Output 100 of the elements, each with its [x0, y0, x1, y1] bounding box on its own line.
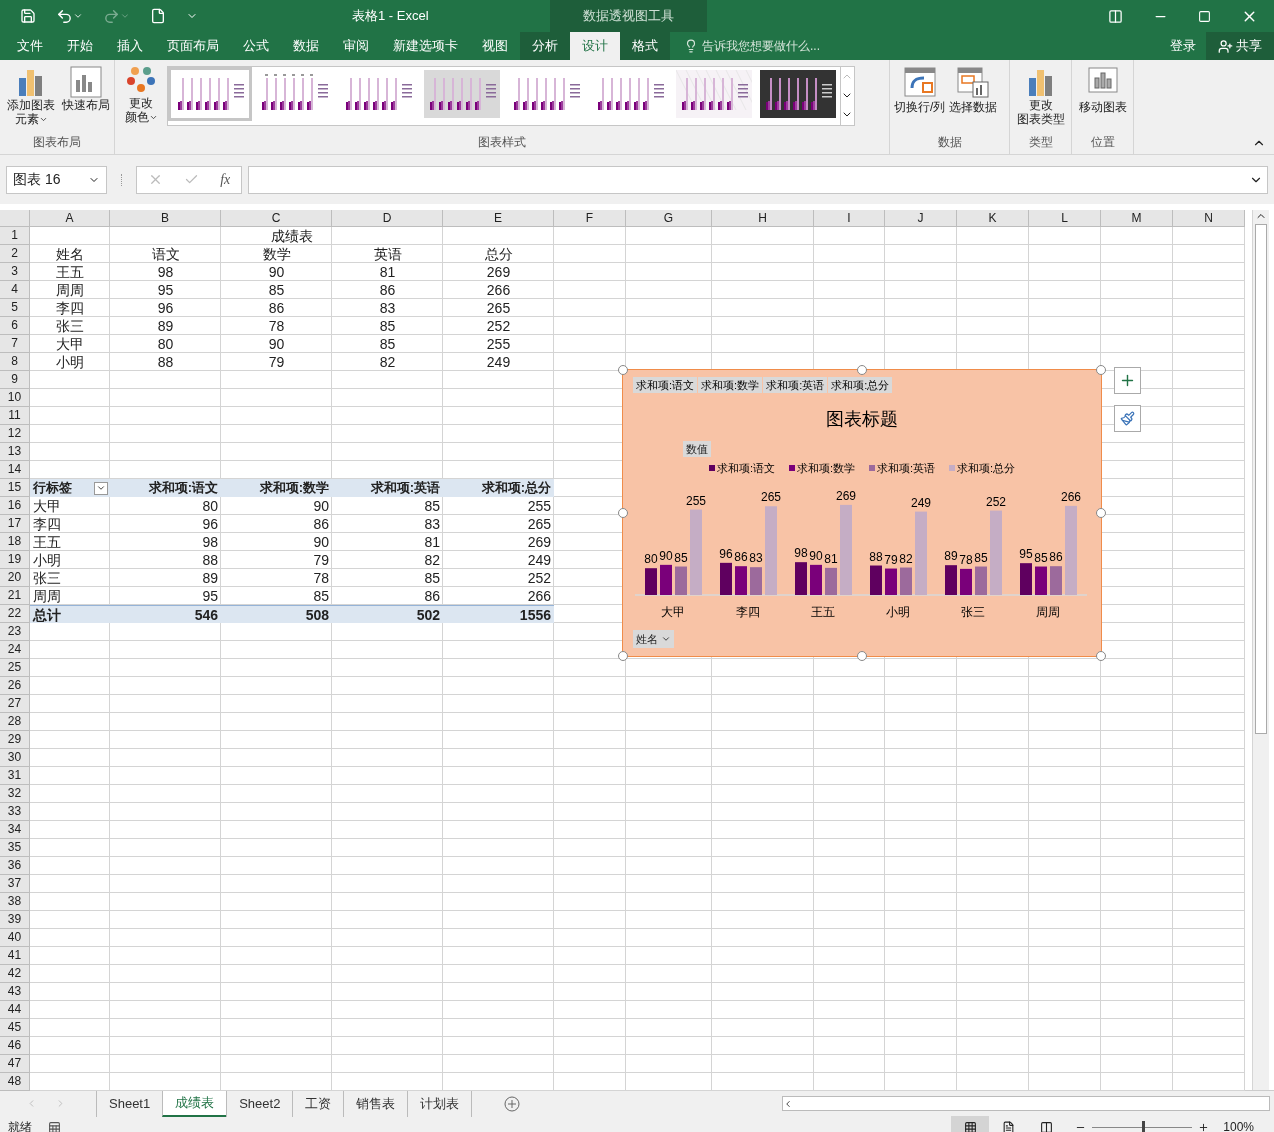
ribbon-tab[interactable]: 设计	[570, 32, 620, 60]
column-header[interactable]: A	[30, 210, 110, 227]
resize-handle[interactable]	[857, 365, 867, 375]
share-button[interactable]: 共享	[1206, 32, 1274, 60]
row-header[interactable]: 7	[0, 335, 30, 353]
scrollbar-thumb[interactable]	[1255, 224, 1267, 734]
ribbon-tab[interactable]: 页面布局	[155, 32, 231, 60]
resize-handle[interactable]	[618, 508, 628, 518]
row-header[interactable]: 27	[0, 695, 30, 713]
zoom-slider-thumb[interactable]	[1142, 1120, 1146, 1132]
row-header[interactable]: 28	[0, 713, 30, 731]
column-header[interactable]: J	[885, 210, 957, 227]
row-header[interactable]: 20	[0, 569, 30, 587]
undo-icon[interactable]	[56, 7, 73, 25]
resize-handle[interactable]	[857, 651, 867, 661]
column-header[interactable]: B	[110, 210, 221, 227]
resize-handle[interactable]	[1096, 508, 1106, 518]
ribbon-tab[interactable]: 公式	[231, 32, 281, 60]
row-header[interactable]: 40	[0, 929, 30, 947]
macro-record-icon[interactable]	[48, 1120, 61, 1132]
row-header[interactable]: 13	[0, 443, 30, 461]
tell-me-search[interactable]: 告诉我您想要做什么...	[702, 37, 820, 55]
row-header[interactable]: 37	[0, 875, 30, 893]
zoom-in-icon[interactable]	[1198, 1121, 1210, 1132]
field-button[interactable]: 求和项:总分	[828, 377, 893, 393]
view-button[interactable]	[951, 1116, 990, 1132]
column-header[interactable]: H	[712, 210, 814, 227]
column-header[interactable]: C	[221, 210, 332, 227]
chart-style-thumbnail[interactable]	[168, 67, 252, 121]
ribbon-tab[interactable]: 开始	[55, 32, 105, 60]
ribbon-tab[interactable]: 视图	[470, 32, 520, 60]
scroll-left-icon[interactable]	[783, 1098, 793, 1109]
row-header[interactable]: 31	[0, 767, 30, 785]
row-header[interactable]: 38	[0, 893, 30, 911]
add-chart-element-button[interactable]: 添加图表 元素	[5, 66, 57, 133]
row-header[interactable]: 11	[0, 407, 30, 425]
row-header[interactable]: 36	[0, 857, 30, 875]
row-header[interactable]: 48	[0, 1073, 30, 1091]
row-header[interactable]: 35	[0, 839, 30, 857]
ribbon-tab[interactable]: 分析	[520, 32, 570, 60]
row-header[interactable]: 10	[0, 389, 30, 407]
row-header[interactable]: 44	[0, 1001, 30, 1019]
field-button[interactable]: 求和项:英语	[763, 377, 828, 393]
row-header[interactable]: 15	[0, 479, 30, 497]
resize-handle[interactable]	[1096, 651, 1106, 661]
row-header[interactable]: 25	[0, 659, 30, 677]
row-header[interactable]: 39	[0, 911, 30, 929]
row-header[interactable]: 2	[0, 245, 30, 263]
row-header[interactable]: 19	[0, 551, 30, 569]
zoom-level[interactable]: 100%	[1223, 1118, 1254, 1132]
column-header[interactable]: E	[443, 210, 554, 227]
move-chart-button[interactable]: 移动图表	[1078, 66, 1127, 133]
ribbon-display-icon[interactable]	[1108, 8, 1123, 24]
row-header[interactable]: 29	[0, 731, 30, 749]
switch-row-column-button[interactable]: 切换行/列	[894, 66, 946, 133]
sign-in-link[interactable]: 登录	[1170, 32, 1196, 60]
caret-icon[interactable]	[73, 11, 83, 21]
row-header[interactable]: 5	[0, 299, 30, 317]
row-header[interactable]: 33	[0, 803, 30, 821]
column-header[interactable]: I	[814, 210, 885, 227]
row-header[interactable]: 17	[0, 515, 30, 533]
resize-handle[interactable]	[618, 365, 628, 375]
row-header[interactable]: 1	[0, 227, 30, 245]
column-header[interactable]: L	[1029, 210, 1101, 227]
column-header[interactable]: N	[1173, 210, 1245, 227]
row-header[interactable]: 47	[0, 1055, 30, 1073]
sheet-tab[interactable]: 成绩表	[162, 1090, 227, 1117]
change-chart-type-button[interactable]: 更改 图表类型	[1016, 66, 1065, 133]
name-box[interactable]: 图表 16	[6, 165, 107, 194]
change-colors-button[interactable]: 更改 颜色	[121, 64, 161, 133]
ribbon-tab[interactable]: 审阅	[331, 32, 381, 60]
row-header[interactable]: 12	[0, 425, 30, 443]
ribbon-tab[interactable]: 新建选项卡	[381, 32, 470, 60]
save-icon[interactable]	[20, 8, 36, 24]
resize-handle[interactable]	[1096, 365, 1106, 375]
field-button[interactable]: 姓名	[633, 630, 674, 648]
row-header[interactable]: 41	[0, 947, 30, 965]
chart-elements-button[interactable]	[1114, 367, 1141, 394]
insert-function-button[interactable]: fx	[220, 169, 231, 190]
column-header[interactable]: D	[332, 210, 443, 227]
field-button[interactable]: 数值	[683, 441, 711, 457]
row-header[interactable]: 6	[0, 317, 30, 335]
column-header[interactable]: K	[957, 210, 1029, 227]
row-header[interactable]: 45	[0, 1019, 30, 1037]
ribbon-tab[interactable]: 文件	[5, 32, 55, 60]
row-header[interactable]: 42	[0, 965, 30, 983]
row-header[interactable]: 26	[0, 677, 30, 695]
row-header[interactable]: 18	[0, 533, 30, 551]
row-header[interactable]: 14	[0, 461, 30, 479]
column-header[interactable]: M	[1101, 210, 1173, 227]
row-header[interactable]: 43	[0, 983, 30, 1001]
vertical-scrollbar[interactable]	[1252, 210, 1269, 1090]
add-sheet-icon[interactable]	[504, 1095, 521, 1112]
row-header[interactable]: 9	[0, 371, 30, 389]
row-header[interactable]: 3	[0, 263, 30, 281]
chart-styles-button[interactable]	[1114, 405, 1141, 432]
row-header[interactable]: 16	[0, 497, 30, 515]
ribbon-tab[interactable]: 插入	[105, 32, 155, 60]
column-header[interactable]: G	[626, 210, 712, 227]
maximize-icon[interactable]	[1198, 9, 1211, 23]
